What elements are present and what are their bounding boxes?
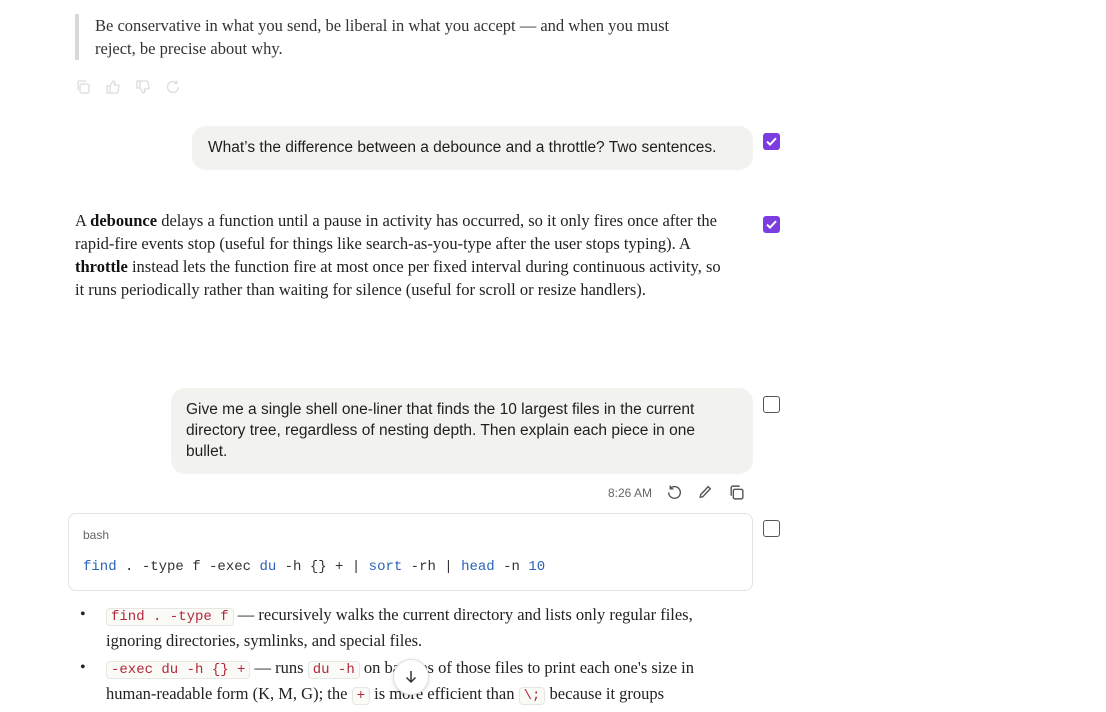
user-message-text: Give me a single shell one-liner that fi…: [186, 401, 695, 460]
user-message: Give me a single shell one-liner that fi…: [171, 388, 753, 474]
list-item: find . -type f — recursively walks the c…: [80, 603, 730, 652]
message-meta: 8:26 AM: [608, 484, 745, 501]
list-item-text: — runs: [250, 658, 308, 677]
explanation-list: find . -type f — recursively walks the c…: [80, 603, 730, 712]
answer-bold-term: throttle: [75, 257, 128, 276]
inline-code: +: [351, 687, 370, 705]
blockquote: Be conservative in what you send, be lib…: [75, 14, 695, 60]
code-token: . -type f -exec: [116, 559, 260, 575]
check-icon: [766, 137, 777, 147]
code-token: find: [83, 559, 117, 575]
arrow-down-icon: [405, 671, 417, 684]
inline-code: find . -type f: [106, 608, 234, 626]
list-item-text: because it groups: [545, 684, 665, 703]
code-token: du: [259, 559, 277, 575]
inline-code: du -h: [307, 661, 360, 679]
thumbs-up-icon[interactable]: [105, 79, 121, 95]
answer-text: A: [75, 211, 91, 230]
check-icon: [766, 220, 777, 230]
timestamp: 8:26 AM: [608, 485, 653, 500]
code-token: head: [461, 559, 495, 575]
message-select-checkbox[interactable]: [763, 133, 780, 150]
code-token: -rh |: [402, 559, 462, 575]
copy-icon[interactable]: [75, 79, 91, 95]
message-actions: [75, 79, 181, 95]
code-token: sort: [368, 559, 403, 575]
quote-text: Be conservative in what you send, be lib…: [95, 16, 670, 58]
code-block: bash find . -type f -exec du -h {} + | s…: [68, 513, 753, 591]
code-token: -n: [494, 559, 529, 575]
user-message-text: What’s the difference between a debounce…: [208, 139, 717, 156]
answer-text: instead lets the function fire at most o…: [75, 257, 721, 299]
assistant-message: A debounce delays a function until a pau…: [75, 209, 725, 301]
inline-code: \;: [518, 687, 546, 705]
code-language-label: bash: [83, 528, 110, 542]
retry-icon[interactable]: [666, 484, 683, 501]
message-select-checkbox[interactable]: [763, 396, 780, 413]
edit-icon[interactable]: [697, 484, 714, 501]
answer-text: delays a function until a pause in activ…: [75, 211, 717, 253]
code-line[interactable]: find . -type f -exec du -h {} + | sort -…: [83, 559, 545, 575]
inline-code: -exec du -h {} +: [106, 661, 251, 679]
list-item-text: is more efficient than: [370, 684, 519, 703]
copy-icon[interactable]: [728, 484, 745, 501]
code-token: 10: [528, 559, 546, 575]
code-token: -h {} + |: [276, 559, 369, 575]
message-select-checkbox[interactable]: [763, 216, 780, 233]
retry-icon[interactable]: [165, 79, 181, 95]
answer-bold-term: debounce: [90, 211, 158, 230]
thumbs-down-icon[interactable]: [135, 79, 151, 95]
message-select-checkbox[interactable]: [763, 520, 780, 537]
user-message: What’s the difference between a debounce…: [192, 126, 753, 170]
scroll-to-bottom-button[interactable]: [393, 659, 429, 695]
